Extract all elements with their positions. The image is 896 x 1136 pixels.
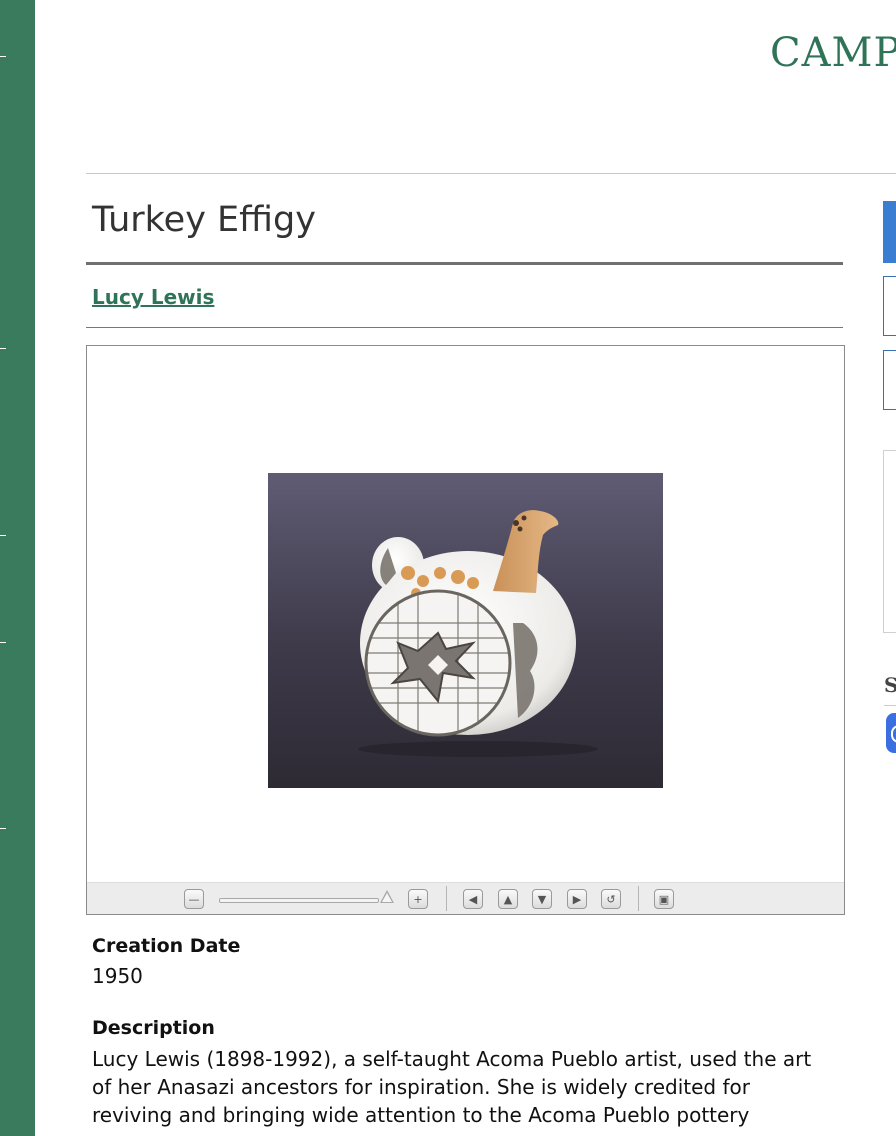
sidebar-panel bbox=[883, 450, 896, 633]
left-rail bbox=[0, 0, 35, 1136]
toolbar-separator bbox=[638, 886, 639, 911]
header-divider bbox=[86, 173, 896, 174]
share-facebook-button[interactable] bbox=[886, 713, 896, 753]
fullscreen-icon: ▣ bbox=[658, 892, 670, 906]
description-label: Description bbox=[92, 1017, 215, 1039]
minus-icon: — bbox=[188, 892, 200, 906]
plus-icon: + bbox=[413, 892, 423, 906]
pan-right-button[interactable]: ▶ bbox=[567, 889, 587, 909]
zoom-slider[interactable] bbox=[219, 898, 379, 903]
arrow-right-icon: ▶ bbox=[572, 892, 582, 906]
reset-view-button[interactable]: ↺ bbox=[601, 889, 621, 909]
share-heading: S bbox=[884, 673, 896, 697]
rail-tick bbox=[0, 348, 6, 349]
pan-down-button[interactable]: ▼ bbox=[532, 889, 552, 909]
zoom-out-button[interactable]: — bbox=[184, 889, 204, 909]
pan-left-button[interactable]: ◀ bbox=[463, 889, 483, 909]
reset-icon: ↺ bbox=[606, 892, 616, 906]
creation-date-value: 1950 bbox=[92, 964, 143, 988]
zoom-in-button[interactable]: + bbox=[408, 889, 428, 909]
rail-tick bbox=[0, 642, 6, 643]
rail-tick bbox=[0, 535, 6, 536]
fullscreen-button[interactable]: ▣ bbox=[654, 889, 674, 909]
viewer-toolbar: — + ◀ ▲ ▼ ▶ ↺ ▣ bbox=[87, 882, 844, 914]
description-text: Lucy Lewis (1898-1992), a self-taught Ac… bbox=[92, 1047, 812, 1127]
title-divider bbox=[86, 262, 843, 265]
rail-tick bbox=[0, 828, 6, 829]
toolbar-separator bbox=[446, 886, 447, 911]
arrow-up-icon: ▲ bbox=[503, 892, 513, 906]
arrow-down-icon: ▼ bbox=[537, 892, 547, 906]
share-divider bbox=[884, 705, 896, 706]
sidebar-secondary-button[interactable] bbox=[883, 350, 896, 410]
artwork-image[interactable] bbox=[268, 473, 663, 788]
zoom-slider-handle[interactable] bbox=[380, 890, 394, 903]
site-brand[interactable]: CAMP bbox=[770, 30, 896, 76]
artist-link[interactable]: Lucy Lewis bbox=[92, 285, 214, 309]
creation-date-label: Creation Date bbox=[92, 935, 241, 957]
sidebar-primary-button[interactable] bbox=[883, 201, 896, 263]
arrow-left-icon: ◀ bbox=[468, 892, 478, 906]
pan-up-button[interactable]: ▲ bbox=[498, 889, 518, 909]
page-title: Turkey Effigy bbox=[92, 200, 316, 240]
image-viewer[interactable]: — + ◀ ▲ ▼ ▶ ↺ ▣ bbox=[86, 345, 845, 915]
rail-tick bbox=[0, 56, 6, 57]
artist-divider bbox=[86, 327, 843, 328]
sidebar-secondary-button[interactable] bbox=[883, 276, 896, 336]
